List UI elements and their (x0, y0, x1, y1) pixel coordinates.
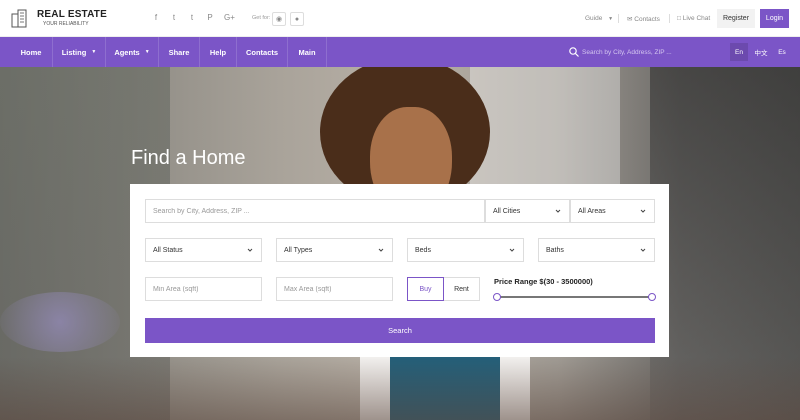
status-select-value: All Status (153, 246, 183, 254)
price-range-label: Price Range $(30 - 3500000) (494, 277, 593, 286)
area-select[interactable]: All Areas (570, 199, 655, 223)
search-query-input[interactable] (153, 207, 477, 215)
chevron-down-icon (555, 209, 561, 213)
min-area-field[interactable] (145, 277, 262, 301)
chat-icon: □ (677, 15, 681, 22)
main-nav: Home Listing ▼ Agents ▼ Share Help Conta… (0, 37, 800, 67)
search-button[interactable]: Search (145, 318, 655, 343)
nav-item-home[interactable]: Home (10, 37, 53, 67)
contacts-link[interactable]: ✉ Contacts (627, 15, 660, 23)
nav-item-label: Home (20, 47, 42, 57)
beds-select[interactable]: Beds (407, 238, 524, 262)
hero-background (470, 67, 620, 187)
divider (669, 14, 670, 23)
top-bar: REAL ESTATE YOUR RELIABILITY f t t P G+ … (0, 0, 800, 37)
rent-toggle[interactable]: Rent (444, 277, 480, 301)
nav-item-label: Share (168, 47, 190, 57)
search-panel: All Cities All Areas All Status All Type… (130, 184, 669, 357)
chevron-down-icon (640, 248, 646, 252)
nav-search-input[interactable] (582, 48, 722, 56)
nav-item-label: Help (209, 47, 227, 57)
google-plus-icon[interactable]: G+ (224, 13, 235, 22)
building-logo-icon (11, 9, 27, 28)
type-select[interactable]: All Types (276, 238, 393, 262)
mail-icon: ✉ (627, 16, 633, 23)
contacts-label: Contacts (634, 16, 660, 23)
nav-item-label: Main (298, 47, 316, 57)
lang-es[interactable]: Es (774, 43, 790, 61)
chevron-down-icon: ▼ (91, 49, 97, 55)
register-button[interactable]: Register (717, 9, 755, 28)
nav-item-share[interactable]: Share (159, 37, 200, 67)
facebook-icon[interactable]: f (152, 13, 160, 22)
nav-item-label: Contacts (245, 47, 279, 57)
nav-item-contacts[interactable]: Contacts (237, 37, 288, 67)
guide-dropdown[interactable]: Guide ▼ (585, 15, 613, 22)
price-slider-max-handle[interactable] (648, 293, 656, 301)
chevron-down-icon (640, 209, 646, 213)
min-area-input[interactable] (153, 285, 254, 293)
baths-select-value: Baths (546, 246, 564, 254)
city-select-value: All Cities (493, 207, 521, 215)
hero-background (0, 357, 800, 420)
nav-item-main[interactable]: Main (288, 37, 327, 67)
divider (618, 14, 619, 23)
android-app-button[interactable]: ◉ (272, 12, 286, 26)
search-icon[interactable] (568, 46, 580, 58)
nav-item-listing[interactable]: Listing ▼ (53, 37, 106, 67)
city-select[interactable]: All Cities (485, 199, 570, 223)
nav-item-label: Listing (61, 47, 87, 57)
beds-select-value: Beds (415, 246, 431, 254)
chevron-down-icon: ▼ (144, 49, 150, 55)
nav-search (568, 46, 722, 58)
area-select-value: All Areas (578, 207, 606, 215)
type-select-value: All Types (284, 246, 313, 254)
hero-title: Find a Home (131, 147, 246, 169)
max-area-input[interactable] (284, 285, 385, 293)
buy-toggle[interactable]: Buy (407, 277, 444, 301)
chevron-down-icon: ▼ (608, 16, 614, 22)
nav-item-help[interactable]: Help (200, 37, 237, 67)
guide-label: Guide (585, 15, 603, 22)
max-area-field[interactable] (276, 277, 393, 301)
get-for-label: Get for: (252, 15, 271, 21)
social-links: f t t P G+ (152, 13, 235, 22)
logo-subtitle: YOUR RELIABILITY (43, 20, 89, 27)
status-select[interactable]: All Status (145, 238, 262, 262)
search-query-field[interactable] (145, 199, 485, 223)
price-slider-min-handle[interactable] (493, 293, 501, 301)
live-chat-link[interactable]: □ Live Chat (677, 15, 710, 22)
baths-select[interactable]: Baths (538, 238, 655, 262)
logo[interactable]: REAL ESTATE YOUR RELIABILITY (10, 8, 107, 28)
apple-app-button[interactable]: ● (290, 12, 304, 26)
chevron-down-icon (509, 248, 515, 252)
apple-icon: ● (294, 15, 300, 23)
lang-zh[interactable]: 中文 (751, 43, 771, 61)
lang-en[interactable]: En (730, 43, 748, 61)
nav-item-agents[interactable]: Agents ▼ (106, 37, 159, 67)
chevron-down-icon (378, 248, 384, 252)
android-icon: ◉ (275, 16, 283, 23)
logo-title: REAL ESTATE (37, 8, 107, 20)
hero-background (0, 292, 120, 352)
login-button[interactable]: Login (760, 9, 789, 28)
twitter-icon[interactable]: t (170, 13, 178, 22)
pinterest-icon[interactable]: P (206, 13, 214, 22)
nav-item-label: Agents (114, 47, 140, 57)
chevron-down-icon (247, 248, 253, 252)
live-chat-label: Live Chat (682, 15, 711, 22)
tumblr-icon[interactable]: t (188, 13, 196, 22)
price-slider-track[interactable] (497, 296, 652, 298)
